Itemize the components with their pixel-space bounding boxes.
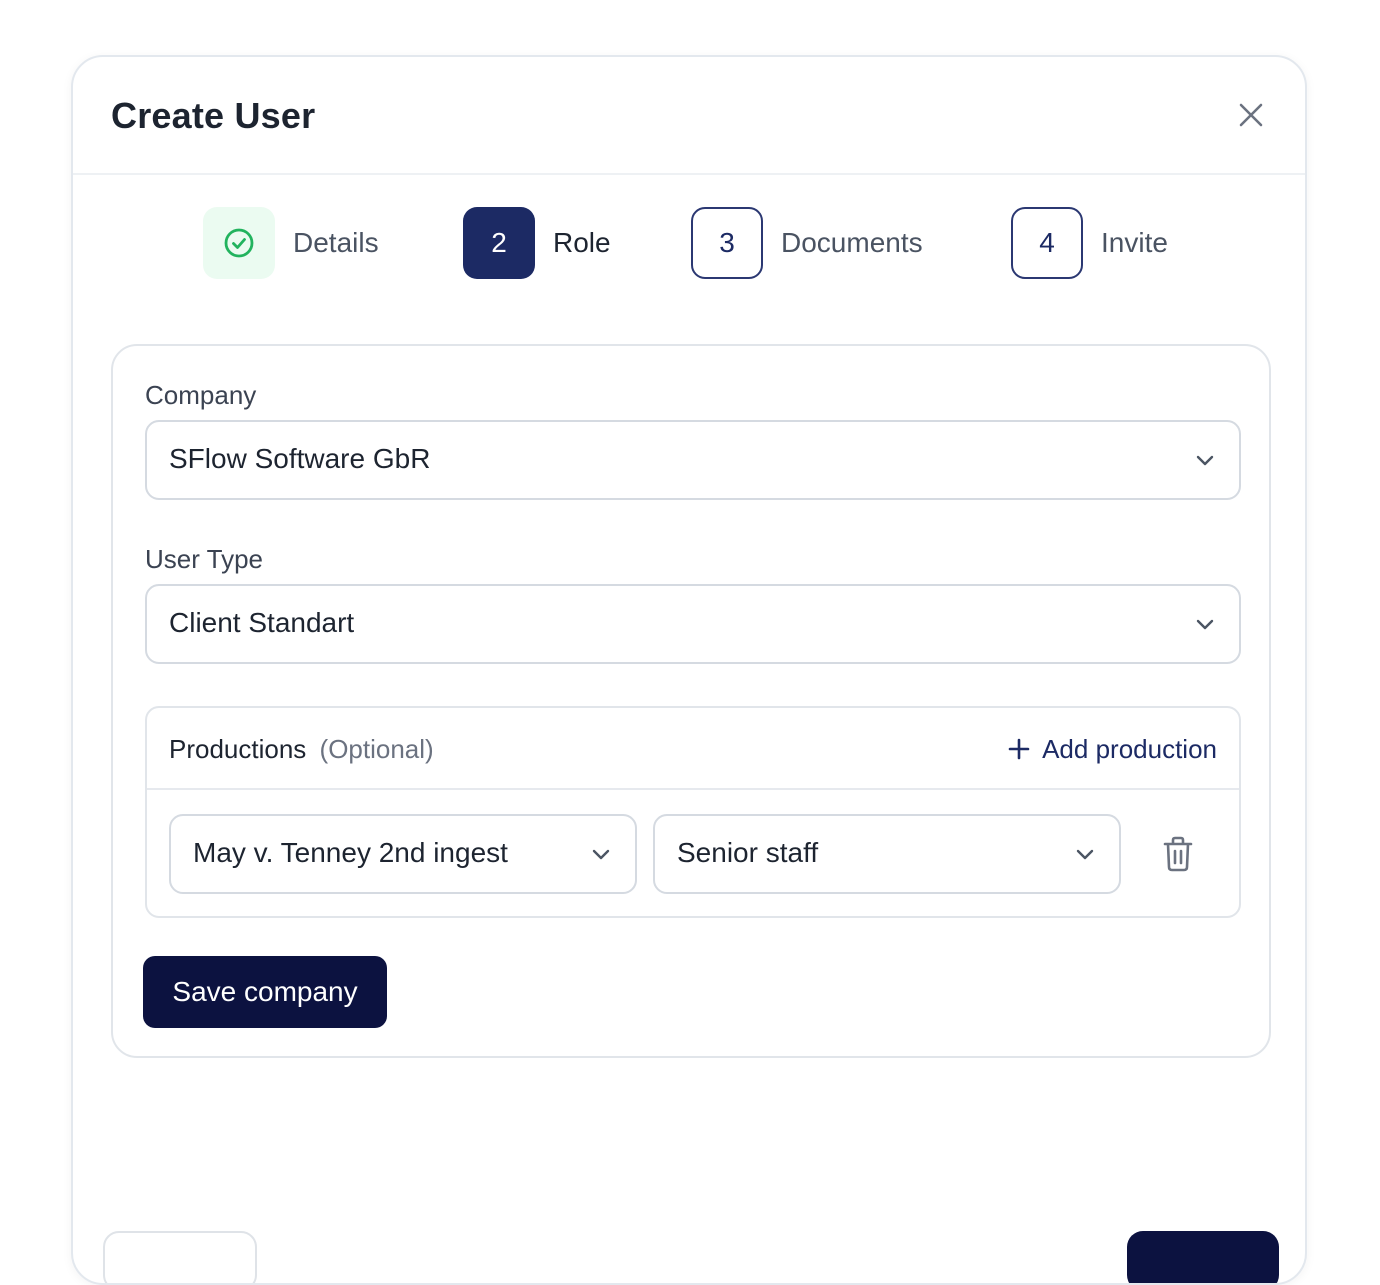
user-type-value: Client Standart bbox=[169, 607, 355, 638]
user-type-select[interactable]: Client Standart bbox=[145, 584, 1241, 664]
step-number: 4 bbox=[1011, 207, 1083, 279]
step-invite[interactable]: 4 Invite bbox=[1011, 207, 1168, 279]
add-production-label: Add production bbox=[1042, 733, 1217, 764]
step-role[interactable]: 2 Role bbox=[463, 207, 611, 279]
close-button[interactable] bbox=[1235, 99, 1267, 131]
step-badge-done bbox=[203, 207, 275, 279]
productions-label: Productions bbox=[169, 734, 307, 764]
step-number: 3 bbox=[691, 207, 763, 279]
chevron-down-icon bbox=[1196, 619, 1214, 630]
user-type-label: User Type bbox=[145, 544, 264, 574]
step-documents[interactable]: 3 Documents bbox=[691, 207, 923, 279]
add-production-button[interactable]: Add production bbox=[1008, 730, 1217, 768]
chevron-down-icon bbox=[1196, 455, 1214, 466]
company-value: SFlow Software GbR bbox=[169, 443, 431, 474]
check-circle-icon bbox=[224, 228, 254, 258]
optional-label: (Optional) bbox=[319, 734, 434, 764]
role-form-card: Company SFlow Software GbR User Type Cli… bbox=[111, 344, 1271, 1058]
productions-title: Productions (Optional) bbox=[169, 734, 434, 765]
next-button[interactable] bbox=[1127, 1231, 1279, 1283]
production-value: May v. Tenney 2nd ingest bbox=[193, 837, 508, 868]
step-label: Documents bbox=[781, 227, 923, 258]
chevron-down-icon bbox=[1076, 849, 1094, 860]
stepper: Details 2 Role 3 Documents 4 Invite bbox=[73, 207, 1305, 281]
plus-icon bbox=[1008, 738, 1030, 760]
create-user-modal: Create User Details 2 Role 3 Documents 4… bbox=[71, 55, 1307, 1285]
modal-title: Create User bbox=[111, 95, 316, 136]
step-label: Invite bbox=[1101, 227, 1168, 258]
production-role-select[interactable]: Senior staff bbox=[653, 814, 1121, 894]
productions-header: Productions (Optional) Add production bbox=[147, 708, 1239, 790]
chevron-down-icon bbox=[592, 849, 610, 860]
step-label: Role bbox=[553, 227, 611, 258]
step-label: Details bbox=[293, 227, 379, 258]
company-select[interactable]: SFlow Software GbR bbox=[145, 420, 1241, 500]
step-details[interactable]: Details bbox=[203, 207, 379, 279]
close-icon bbox=[1239, 103, 1263, 127]
company-label: Company bbox=[145, 380, 257, 410]
save-company-button[interactable]: Save company bbox=[143, 956, 387, 1028]
back-button[interactable] bbox=[103, 1231, 257, 1283]
production-select[interactable]: May v. Tenney 2nd ingest bbox=[169, 814, 637, 894]
step-number: 2 bbox=[463, 207, 535, 279]
productions-section: Productions (Optional) Add production Ma… bbox=[145, 706, 1241, 918]
trash-icon[interactable] bbox=[1161, 836, 1195, 872]
modal-header: Create User bbox=[73, 57, 1305, 175]
production-role-value: Senior staff bbox=[677, 837, 819, 868]
